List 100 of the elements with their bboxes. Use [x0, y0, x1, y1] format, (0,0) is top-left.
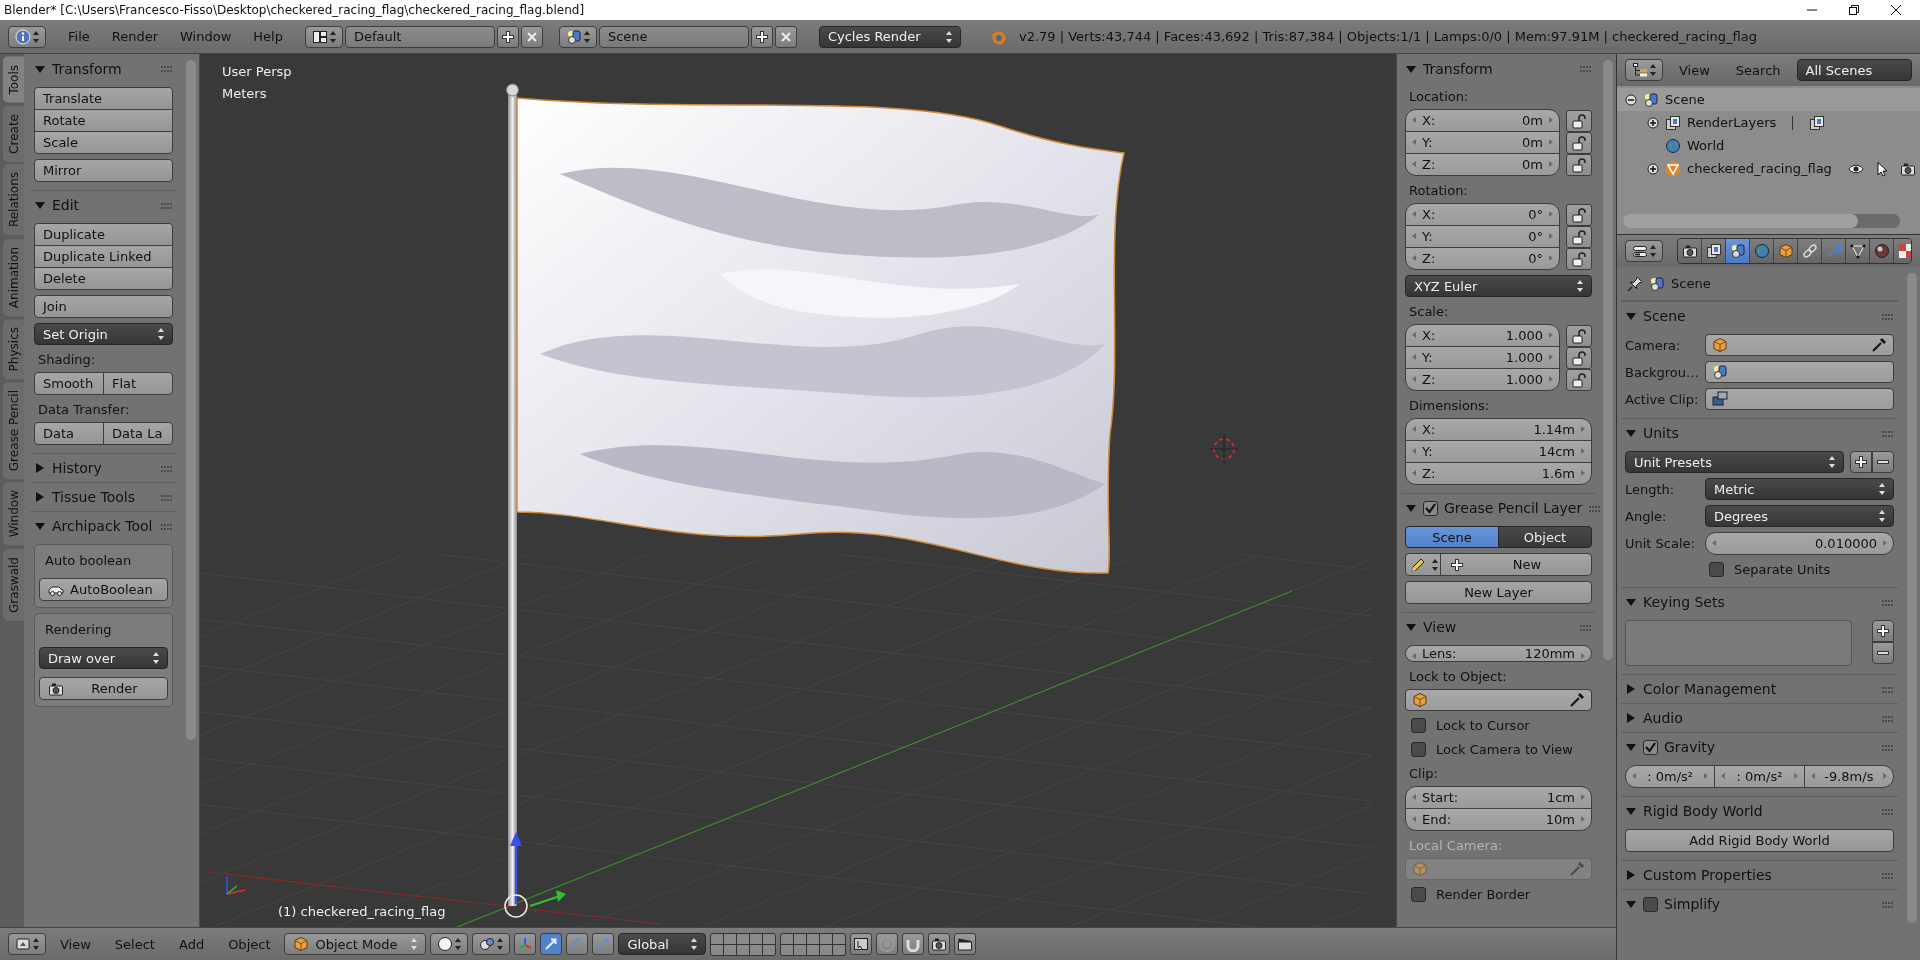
number-field[interactable]: X: 1.14m	[1405, 418, 1592, 441]
tool-button[interactable]: Mirror	[34, 159, 173, 182]
tool-button[interactable]: Delete	[34, 267, 173, 290]
collapsed-arrow-icon[interactable]	[1625, 712, 1637, 724]
editor-type-button[interactable]	[8, 25, 46, 48]
proportional-edit-button[interactable]	[876, 933, 899, 955]
lock-toggle[interactable]	[1566, 203, 1592, 226]
orientation-dropdown[interactable]: Global	[618, 933, 707, 955]
dropdown[interactable]: Degrees	[1705, 505, 1894, 527]
checkbox-label[interactable]: Render Border	[1436, 887, 1530, 902]
panel-title[interactable]: Units	[1643, 425, 1875, 441]
number-field[interactable]: : 0m/s²	[1714, 765, 1805, 788]
layer-grid[interactable]	[780, 932, 847, 956]
expand-toggle-icon[interactable]	[1647, 116, 1659, 129]
eyedropper-icon[interactable]	[1871, 337, 1887, 353]
delete-button[interactable]	[520, 25, 543, 48]
scene-field[interactable]	[1705, 361, 1894, 383]
snap-button[interactable]	[902, 933, 925, 955]
scene-menu-button[interactable]	[558, 25, 597, 48]
mode-dropdown[interactable]: Object Mode	[284, 933, 427, 955]
outliner-row[interactable]: RenderLayers	[1617, 111, 1920, 134]
panel-title[interactable]: Edit	[52, 197, 154, 213]
toolshelf-tab[interactable]: Graswald	[3, 548, 24, 621]
manipulator-toggle[interactable]	[514, 933, 537, 955]
transform-gizmo[interactable]	[504, 832, 566, 918]
scrollbar[interactable]	[1603, 60, 1613, 660]
action-button[interactable]: Add Rigid Body World	[1625, 829, 1894, 852]
panel-title[interactable]: Keying Sets	[1643, 594, 1875, 610]
tool-button[interactable]: Flat	[103, 372, 173, 395]
number-field[interactable]: : 0m/s²	[1625, 765, 1716, 788]
add-button[interactable]	[1872, 620, 1894, 642]
number-field[interactable]: Y: 0m	[1405, 131, 1560, 154]
number-field[interactable]: Y: 1.000	[1405, 346, 1560, 369]
tool-button[interactable]: Rotate	[34, 109, 173, 132]
number-field[interactable]: Lens: 120mm	[1405, 645, 1592, 662]
context-tab[interactable]	[1726, 239, 1750, 263]
checkbox[interactable]	[1643, 739, 1658, 755]
panel-title[interactable]: Gravity	[1664, 739, 1875, 755]
context-tab[interactable]	[1870, 239, 1894, 263]
checkbox[interactable]	[1411, 742, 1426, 757]
scale-toggle[interactable]	[592, 933, 615, 955]
render-button[interactable]: Render	[39, 677, 168, 700]
lock-toggle[interactable]	[1566, 109, 1592, 132]
render-layers-icon[interactable]	[1809, 114, 1826, 131]
expanded-arrow-icon[interactable]	[1625, 741, 1637, 753]
collapsed-arrow-icon[interactable]	[34, 491, 46, 503]
panel-title[interactable]: Color Management	[1643, 681, 1875, 697]
checkbox[interactable]	[1643, 896, 1658, 912]
expanded-arrow-icon[interactable]	[1625, 427, 1637, 439]
remove-button[interactable]	[1872, 642, 1894, 664]
checkbox[interactable]	[1709, 562, 1724, 577]
toggle-button[interactable]: Object	[1498, 526, 1592, 548]
number-field[interactable]: Z: 0°	[1405, 247, 1560, 270]
number-field[interactable]: Z: 1.000	[1405, 368, 1560, 391]
toolshelf-tab[interactable]: Physics	[3, 318, 24, 380]
camera-field[interactable]	[1705, 334, 1894, 356]
expanded-arrow-icon[interactable]	[1625, 805, 1637, 817]
lock-toggle[interactable]	[1566, 132, 1592, 154]
toggle-button[interactable]: Scene	[1405, 526, 1499, 548]
toolshelf-tab[interactable]: Relations	[3, 164, 24, 236]
outliner-row[interactable]: World	[1617, 134, 1920, 157]
number-field[interactable]: Start: 1cm	[1405, 786, 1592, 809]
shading-dropdown[interactable]	[430, 933, 469, 955]
render-button[interactable]	[928, 933, 951, 955]
menu-item[interactable]: View	[1669, 62, 1720, 78]
toolshelf-tab[interactable]: Window	[3, 482, 24, 546]
expanded-arrow-icon[interactable]	[1405, 621, 1417, 633]
lock-toggle[interactable]	[1566, 347, 1592, 369]
context-tab[interactable]	[1678, 239, 1702, 263]
scrollbar[interactable]	[1623, 214, 1900, 228]
dropdown[interactable]: XYZ Euler	[1405, 275, 1592, 297]
expanded-arrow-icon[interactable]	[1625, 310, 1637, 322]
tool-button[interactable]: Scale	[34, 131, 173, 154]
lock-toggle[interactable]	[1566, 324, 1592, 347]
lock-toggle[interactable]	[1566, 369, 1592, 391]
checkbox[interactable]	[1423, 500, 1438, 516]
checkbox-label[interactable]: Lock to Cursor	[1436, 718, 1530, 733]
menu-item[interactable]: File	[58, 29, 100, 44]
lock-toggle[interactable]	[1566, 226, 1592, 248]
rotate-toggle[interactable]	[566, 933, 589, 955]
number-field[interactable]: End: 10m	[1405, 808, 1592, 831]
context-tab[interactable]	[1846, 239, 1870, 263]
remove-button[interactable]	[1872, 451, 1894, 473]
expanded-arrow-icon[interactable]	[34, 520, 46, 532]
outliner-row[interactable]: checkered_racing_flag	[1617, 157, 1920, 180]
translate-toggle[interactable]	[540, 933, 563, 955]
object-field[interactable]	[1405, 689, 1592, 711]
layout-field[interactable]: Default	[344, 25, 495, 48]
panel-title[interactable]: Archipack Tool	[52, 518, 154, 534]
menu-item[interactable]: Window	[170, 29, 242, 44]
action-button[interactable]: New Layer	[1405, 581, 1592, 604]
number-field[interactable]: Y: 14cm	[1405, 440, 1592, 463]
panel-title[interactable]: Custom Properties	[1643, 867, 1875, 883]
preset-dropdown[interactable]: Unit Presets	[1625, 451, 1844, 473]
editor-type-button[interactable]	[8, 933, 46, 955]
pencil-dropdown[interactable]	[1405, 553, 1441, 576]
panel-title[interactable]: View	[1423, 619, 1573, 635]
tool-button[interactable]: Duplicate	[34, 223, 173, 246]
restore-icon[interactable]	[1848, 4, 1860, 16]
checkbox-label[interactable]: Lock Camera to View	[1436, 742, 1573, 757]
